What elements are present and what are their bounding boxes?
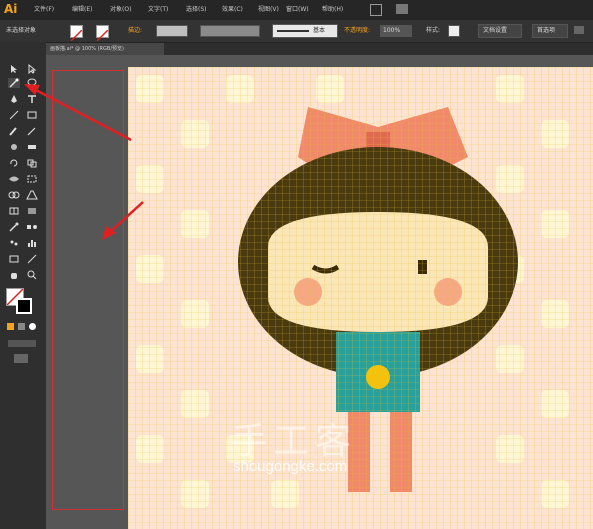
arrow-to-tool bbox=[33, 87, 132, 142]
watermark-url: shougongke.com bbox=[233, 458, 348, 475]
arrow-to-artboard bbox=[109, 201, 144, 233]
watermark-title: 手工客 bbox=[231, 421, 358, 462]
arrowhead-tool bbox=[24, 84, 40, 95]
